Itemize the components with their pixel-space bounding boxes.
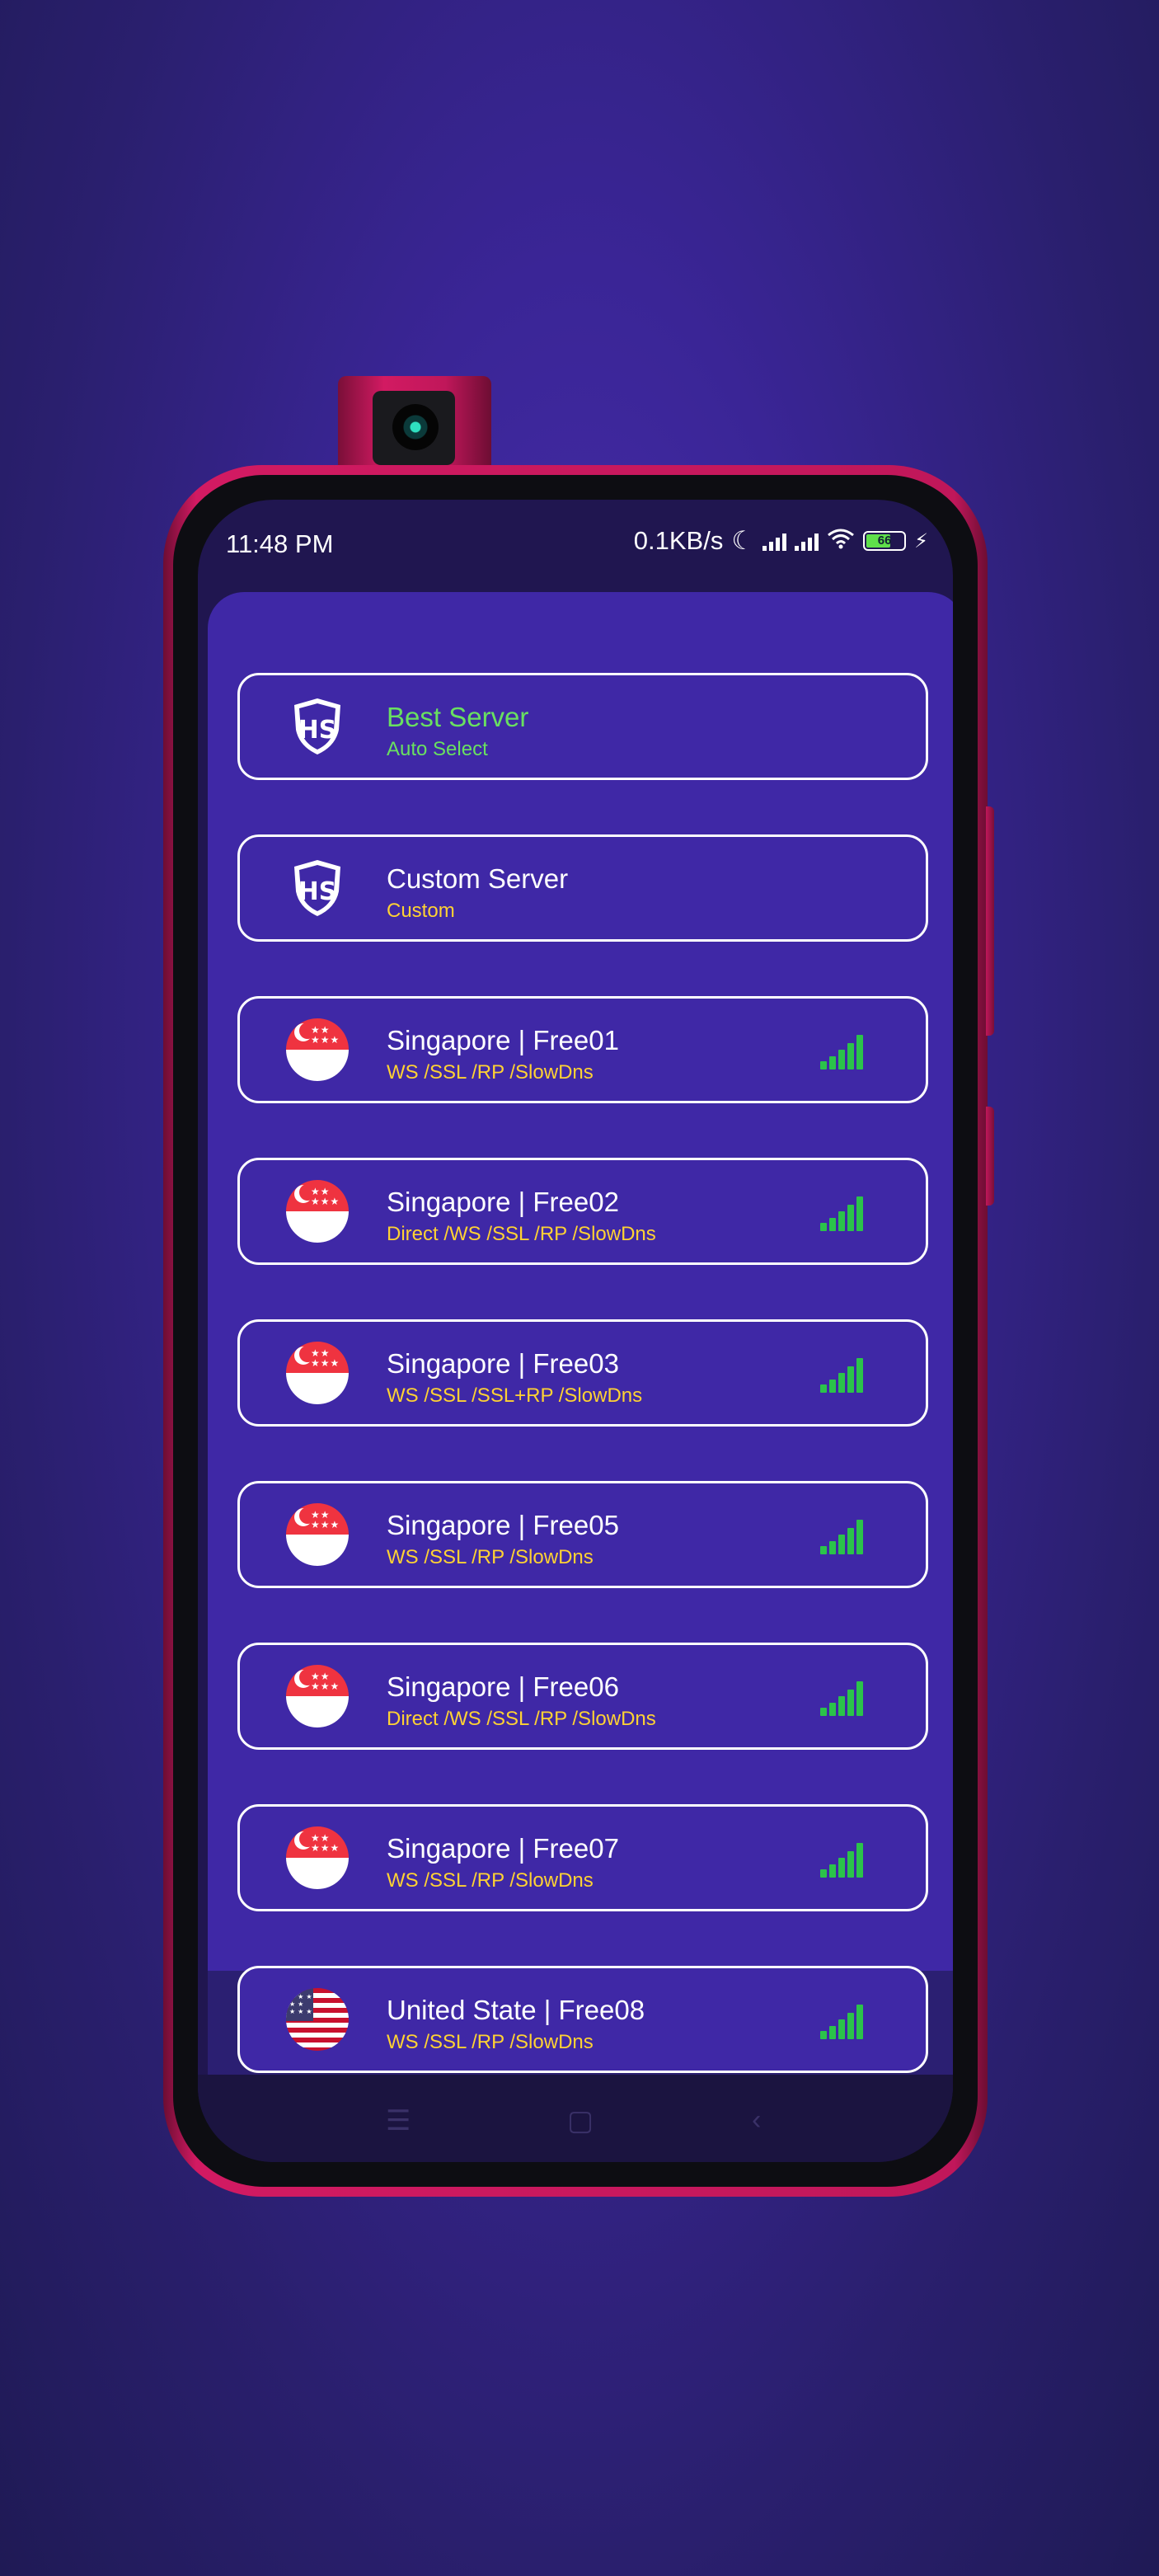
singapore-flag-icon: ★★ ★★★ [286,1503,349,1566]
server-list-sheet: HS Best Server Auto Select HS Custom Server C… [208,592,953,2080]
status-bar: 11:48 PM 0.1KB/s ☾ 66 ⚡ [198,500,953,589]
signal-strength-icon [820,1356,863,1393]
wifi-icon [827,526,855,556]
charging-icon: ⚡ [914,529,928,552]
signal-strength-icon [820,1518,863,1554]
hs-shield-logo-icon: HS [286,695,349,758]
camera-lens-icon [392,404,439,450]
server-item[interactable]: ★★ ★★★ Singapore | Free05 WS /SSL /RP /Slow… [237,1481,928,1588]
volume-button [986,806,994,1036]
singapore-flag-icon: ★★ ★★★ [286,1342,349,1404]
phone-frame: 11:48 PM 0.1KB/s ☾ 66 ⚡ HS Best Server A… [163,465,994,2197]
signal-strength-icon [820,1033,863,1069]
cell-signal-hd-icon [795,531,819,551]
singapore-flag-icon: ★★ ★★★ [286,1180,349,1243]
server-subtitle: Direct /WS /SSL /RP /SlowDns [387,1223,656,1245]
server-title: Singapore | Free01 [387,1025,619,1055]
server-title: Custom Server [387,863,569,894]
cell-signal-icon [762,531,787,551]
server-subtitle: Direct /WS /SSL /RP /SlowDns [387,1708,656,1730]
server-item[interactable]: HS Best Server Auto Select [237,673,928,780]
server-item[interactable]: ★★ ★★★ Singapore | Free07 WS /SSL /RP /Slow… [237,1804,928,1911]
status-time: 11:48 PM [226,529,334,558]
server-subtitle: WS /SSL /RP /SlowDns [387,2031,594,2053]
server-subtitle: Auto Select [387,738,488,760]
server-item[interactable]: ★★ ★★★ Singapore | Free06 Direct /WS /SSL /… [237,1643,928,1750]
svg-text:HS: HS [298,877,337,906]
signal-strength-icon [820,1680,863,1716]
server-title: Singapore | Free03 [387,1348,619,1379]
server-item[interactable]: ★★ ★★★ Singapore | Free01 WS /SSL /RP /Slow… [237,996,928,1103]
server-title: United State | Free08 [387,1995,645,2025]
phone-screen: 11:48 PM 0.1KB/s ☾ 66 ⚡ HS Best Server A… [198,500,953,2162]
signal-strength-icon [820,1841,863,1878]
server-item[interactable]: ★★ ★★★ Singapore | Free02 Direct /WS /SSL /… [237,1158,928,1265]
hs-shield-logo-icon: HS [286,857,349,919]
server-item[interactable]: ★★ ★★★ Singapore | Free03 WS /SSL /SSL+RP /… [237,1319,928,1427]
server-subtitle: WS /SSL /RP /SlowDns [387,1061,594,1084]
singapore-flag-icon: ★★ ★★★ [286,1665,349,1728]
popup-camera [338,376,491,468]
server-subtitle: WS /SSL /SSL+RP /SlowDns [387,1384,643,1407]
server-title: Singapore | Free05 [387,1510,619,1540]
server-item[interactable]: ★★★ ★★ ★★★ United State | Free08 WS /SSL /RP… [237,1966,928,2073]
server-title: Singapore | Free02 [387,1187,619,1217]
signal-strength-icon [820,1195,863,1231]
power-button [986,1107,994,1206]
usa-flag-icon: ★★★ ★★ ★★★ [286,1988,349,2051]
home-square-icon[interactable]: ▢ [567,2104,594,2137]
server-subtitle: Custom [387,900,455,922]
server-item[interactable]: HS Custom Server Custom [237,834,928,942]
server-title: Singapore | Free07 [387,1833,619,1864]
camera-housing [373,391,455,465]
back-chevron-icon[interactable]: ‹ [752,2104,761,2136]
server-subtitle: WS /SSL /RP /SlowDns [387,1546,594,1568]
battery-icon: 66 [863,531,907,551]
battery-level: 66 [877,534,892,548]
svg-text:HS: HS [298,716,337,745]
singapore-flag-icon: ★★ ★★★ [286,1018,349,1081]
network-speed: 0.1KB/s [633,526,724,555]
signal-strength-icon [820,2003,863,2039]
server-title: Best Server [387,702,529,732]
server-subtitle: WS /SSL /RP /SlowDns [387,1869,594,1892]
navigation-bar: ☰ ▢ ‹ [198,2075,953,2162]
status-right: 0.1KB/s ☾ 66 ⚡ [634,526,928,556]
singapore-flag-icon: ★★ ★★★ [286,1826,349,1889]
menu-icon[interactable]: ☰ [386,2104,411,2137]
phone-bezel: 11:48 PM 0.1KB/s ☾ 66 ⚡ HS Best Server A… [173,475,978,2187]
server-title: Singapore | Free06 [387,1671,619,1702]
moon-icon: ☾ [731,526,755,555]
